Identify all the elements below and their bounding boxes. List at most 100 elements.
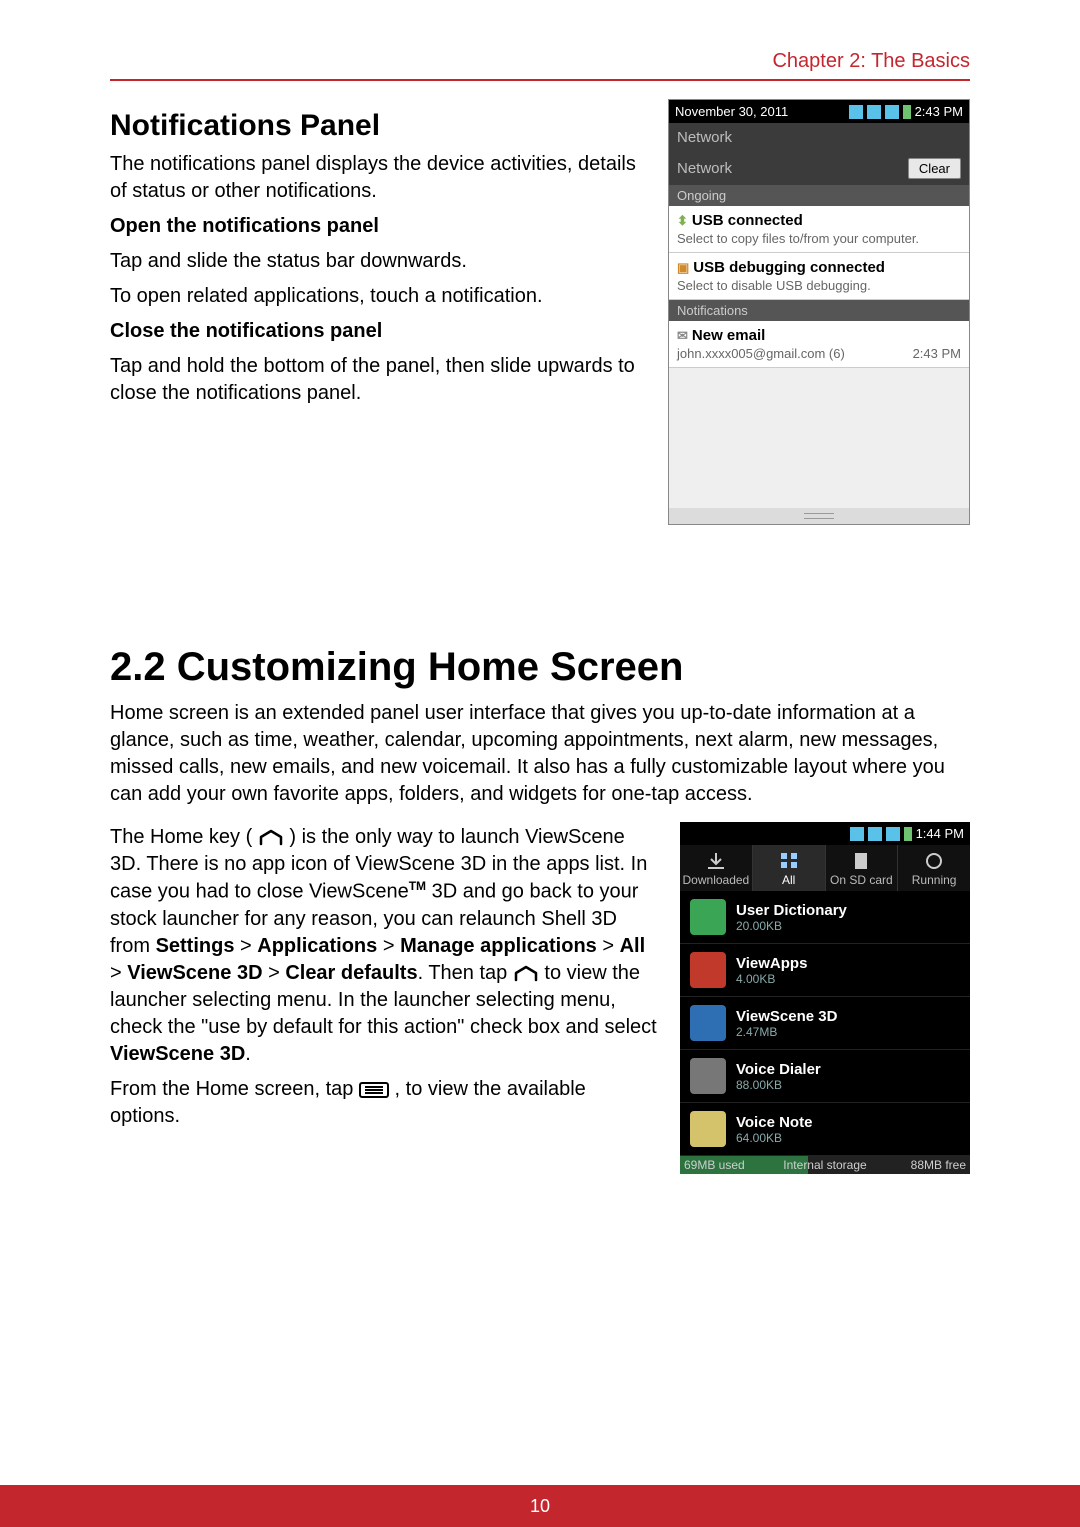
path-viewscene-3d: ViewScene 3D	[127, 962, 262, 984]
app-name: User Dictionary	[736, 902, 847, 919]
wifi-icon	[868, 827, 882, 841]
path-sep: >	[597, 935, 620, 957]
status-date: November 30, 2011	[675, 104, 788, 119]
storage-bar: Internal storage 69MB used 88MB free	[680, 1156, 970, 1174]
path-applications: Applications	[257, 935, 377, 957]
network-label-1: Network	[677, 129, 732, 146]
signal-icon	[849, 105, 863, 119]
open-panel-heading: Open the notifications panel	[110, 213, 648, 240]
app-name: ViewScene 3D	[736, 1008, 837, 1025]
tab-downloaded[interactable]: Downloaded	[680, 845, 753, 891]
battery-icon	[885, 105, 899, 119]
app-row[interactable]: ViewScene 3D2.47MB	[680, 997, 970, 1050]
status-time: 1:44 PM	[916, 826, 964, 841]
app-icon	[690, 1005, 726, 1041]
app-tabs: Downloaded All On SD card	[680, 845, 970, 891]
open-panel-line2: To open related applications, touch a no…	[110, 283, 648, 310]
panel-drag-handle[interactable]	[669, 508, 969, 524]
notif-title: USB connected	[692, 212, 803, 229]
tab-label: On SD card	[830, 873, 893, 887]
path-all: All	[620, 935, 646, 957]
close-panel-body: Tap and hold the bottom of the panel, th…	[110, 353, 648, 407]
app-size: 88.00KB	[736, 1078, 821, 1092]
text-viewscene-3d: ViewScene 3D	[110, 1043, 245, 1065]
app-size: 64.00KB	[736, 1131, 812, 1145]
screenshot-manage-applications: 1:44 PM Downloaded All	[680, 822, 970, 1174]
notif-usb-connected[interactable]: ⬍ USB connected Select to copy files to/f…	[669, 206, 969, 253]
app-list[interactable]: User Dictionary20.00KBViewApps4.00KBView…	[680, 891, 970, 1156]
text: .	[245, 1043, 251, 1065]
path-settings: Settings	[156, 935, 235, 957]
trademark: TM	[409, 879, 426, 893]
close-panel-heading: Close the notifications panel	[110, 318, 648, 345]
path-clear-defaults: Clear defaults	[285, 962, 417, 984]
app-icon	[690, 1058, 726, 1094]
battery-icon	[886, 827, 900, 841]
panel-empty-area	[669, 368, 969, 508]
home-key-icon	[258, 824, 284, 851]
app-name: ViewApps	[736, 955, 807, 972]
storage-free: 88MB free	[911, 1158, 966, 1172]
menu-key-icon	[359, 1076, 389, 1103]
chapter-header: Chapter 2: The Basics	[110, 50, 970, 81]
page-number: 10	[530, 1496, 550, 1516]
running-icon	[920, 851, 948, 871]
notif-title: New email	[692, 327, 765, 344]
storage-used: 69MB used	[684, 1158, 745, 1172]
app-size: 20.00KB	[736, 919, 847, 933]
notif-usb-debugging[interactable]: ▣ USB debugging connected Select to disab…	[669, 253, 969, 300]
battery-level-icon	[904, 827, 912, 841]
tab-all[interactable]: All	[753, 845, 826, 891]
customizing-para-2: The Home key ( ) is the only way to laun…	[110, 824, 660, 1068]
sdcard-icon	[847, 851, 875, 871]
app-icon	[690, 1111, 726, 1147]
ongoing-label: Ongoing	[669, 185, 969, 206]
network-row-2: Network Clear	[669, 152, 969, 185]
network-row-1: Network	[669, 123, 969, 152]
wifi-icon	[867, 105, 881, 119]
clear-button[interactable]: Clear	[908, 158, 961, 179]
tab-running[interactable]: Running	[898, 845, 970, 891]
network-label-2: Network	[677, 160, 732, 177]
debug-icon: ▣	[677, 260, 689, 275]
open-panel-line1: Tap and slide the status bar downwards.	[110, 248, 648, 275]
text: . Then tap	[418, 962, 513, 984]
download-icon	[702, 851, 730, 871]
path-sep: >	[377, 935, 400, 957]
path-manage-applications: Manage applications	[400, 935, 597, 957]
tab-label: Running	[912, 873, 957, 887]
app-row[interactable]: ViewApps4.00KB	[680, 944, 970, 997]
notif-new-email[interactable]: ✉ New email john.xxxx005@gmail.com (6) 2:…	[669, 321, 969, 368]
notifications-label: Notifications	[669, 300, 969, 321]
path-sep: >	[110, 962, 127, 984]
app-row[interactable]: Voice Note64.00KB	[680, 1103, 970, 1156]
status-bar: November 30, 2011 2:43 PM	[669, 100, 969, 123]
mail-icon: ✉	[677, 328, 688, 343]
app-icon	[690, 952, 726, 988]
app-name: Voice Dialer	[736, 1061, 821, 1078]
section-title-notifications: Notifications Panel	[110, 109, 648, 143]
notif-title: USB debugging connected	[693, 259, 885, 276]
usb-icon: ⬍	[677, 213, 688, 228]
path-sep: >	[234, 935, 257, 957]
notif-time: 2:43 PM	[913, 346, 961, 361]
status-time: 2:43 PM	[915, 104, 963, 119]
page-footer: 10	[0, 1485, 1080, 1527]
customizing-para-3: From the Home screen, tap , to view the …	[110, 1076, 660, 1130]
app-size: 4.00KB	[736, 972, 807, 986]
grid-icon	[775, 851, 803, 871]
notif-subtitle: john.xxxx005@gmail.com (6)	[677, 346, 845, 361]
path-sep: >	[263, 962, 286, 984]
app-name: Voice Note	[736, 1114, 812, 1131]
app-icon	[690, 899, 726, 935]
app-row[interactable]: Voice Dialer88.00KB	[680, 1050, 970, 1103]
tab-label: Downloaded	[683, 873, 750, 887]
tab-on-sd-card[interactable]: On SD card	[826, 845, 899, 891]
text: From the Home screen, tap	[110, 1078, 359, 1100]
app-row[interactable]: User Dictionary20.00KB	[680, 891, 970, 944]
section-title-customizing: 2.2 Customizing Home Screen	[110, 645, 970, 690]
tab-label: All	[782, 873, 795, 887]
notif-subtitle: Select to disable USB debugging.	[677, 278, 871, 293]
notif-subtitle: Select to copy files to/from your comput…	[677, 231, 919, 246]
customizing-intro: Home screen is an extended panel user in…	[110, 700, 970, 808]
